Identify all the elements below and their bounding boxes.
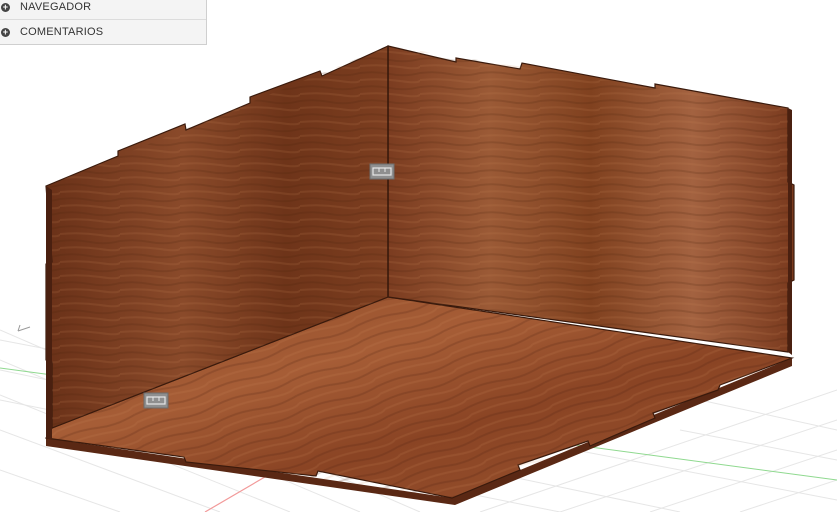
browser-item-navegador[interactable]: + NAVEGADOR [0,0,206,19]
browser-item-label: NAVEGADOR [20,1,92,13]
browser-item-comentarios[interactable]: + COMENTARIOS [0,19,206,44]
3d-viewport[interactable] [0,0,837,512]
axis-red-line [204,473,271,512]
back-wall-edge [788,108,792,355]
expand-plus-icon[interactable]: + [1,2,10,12]
origin-marker-icon [17,324,31,332]
expand-plus-icon[interactable]: + [1,27,10,37]
browser-panel: + NAVEGADOR + COMENTARIOS [0,0,207,45]
joint-marker-icon[interactable] [143,392,169,409]
browser-item-label: COMENTARIOS [20,26,104,38]
joint-marker-icon[interactable] [369,163,395,180]
left-wall-edge [46,186,52,440]
